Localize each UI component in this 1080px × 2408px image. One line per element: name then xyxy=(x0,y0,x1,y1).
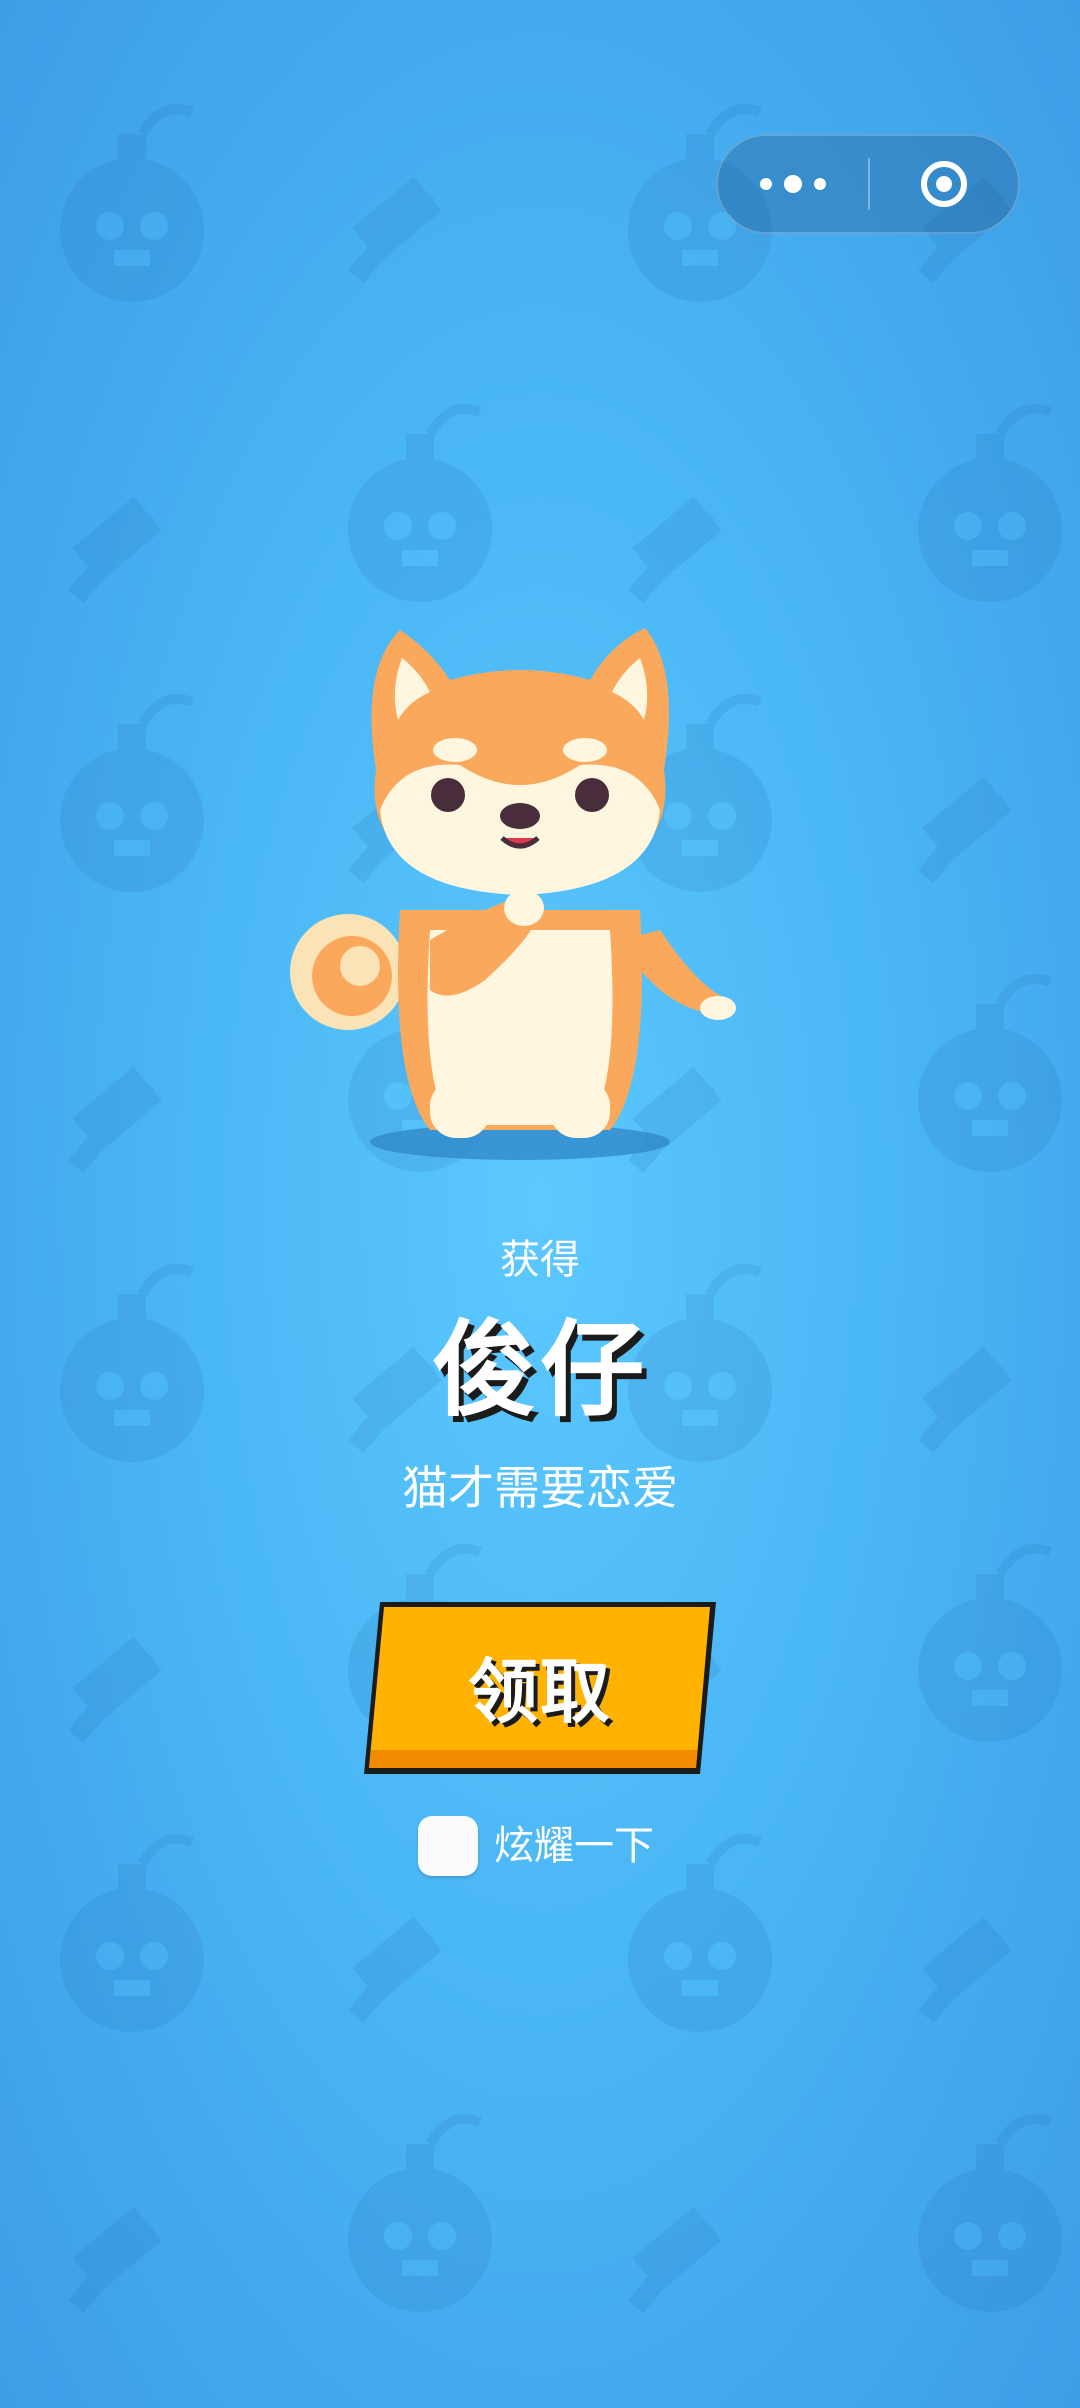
target-close-icon xyxy=(921,161,967,207)
target-close-icon-core xyxy=(936,176,952,192)
more-dots-icon-right xyxy=(814,178,826,190)
pet-name: 俊仔 xyxy=(431,1309,648,1431)
claim-button[interactable]: 领取 xyxy=(360,1598,720,1782)
shiba-dog-icon xyxy=(290,628,736,1160)
close-button[interactable] xyxy=(870,136,1018,232)
share-label: 炫耀一下 xyxy=(494,1823,654,1869)
reward-screen: 获得 俊仔 猫才需要恋爱 领取 炫耀一下 xyxy=(0,0,1080,2408)
share-checkbox[interactable] xyxy=(418,1816,478,1876)
more-dots-icon xyxy=(760,178,772,190)
more-dots-icon-center xyxy=(784,175,802,193)
pet-subtitle: 猫才需要恋爱 xyxy=(402,1461,678,1515)
miniprogram-capsule xyxy=(716,134,1020,234)
claim-button-label: 领取 xyxy=(468,1650,612,1733)
more-button[interactable] xyxy=(718,136,868,232)
reward-get-label: 获得 xyxy=(500,1237,580,1283)
background-pattern xyxy=(0,0,1080,2408)
share-toggle[interactable]: 炫耀一下 xyxy=(418,1814,654,1878)
